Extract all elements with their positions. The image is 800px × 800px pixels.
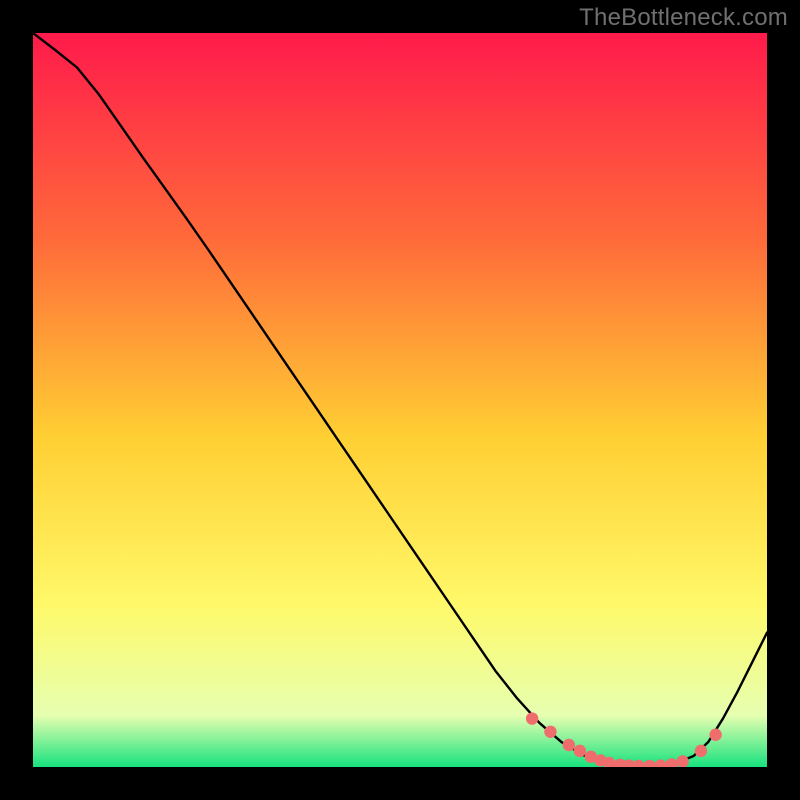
marker-dot bbox=[544, 726, 556, 738]
marker-dot bbox=[709, 729, 721, 741]
chart-frame: TheBottleneck.com bbox=[0, 0, 800, 800]
marker-dot bbox=[526, 712, 538, 724]
marker-dot bbox=[695, 745, 707, 757]
marker-dot bbox=[574, 745, 586, 757]
watermark-text: TheBottleneck.com bbox=[579, 4, 788, 32]
gradient-background bbox=[33, 33, 767, 767]
marker-dot bbox=[563, 739, 575, 751]
plot-area bbox=[33, 33, 767, 767]
chart-svg bbox=[33, 33, 767, 767]
